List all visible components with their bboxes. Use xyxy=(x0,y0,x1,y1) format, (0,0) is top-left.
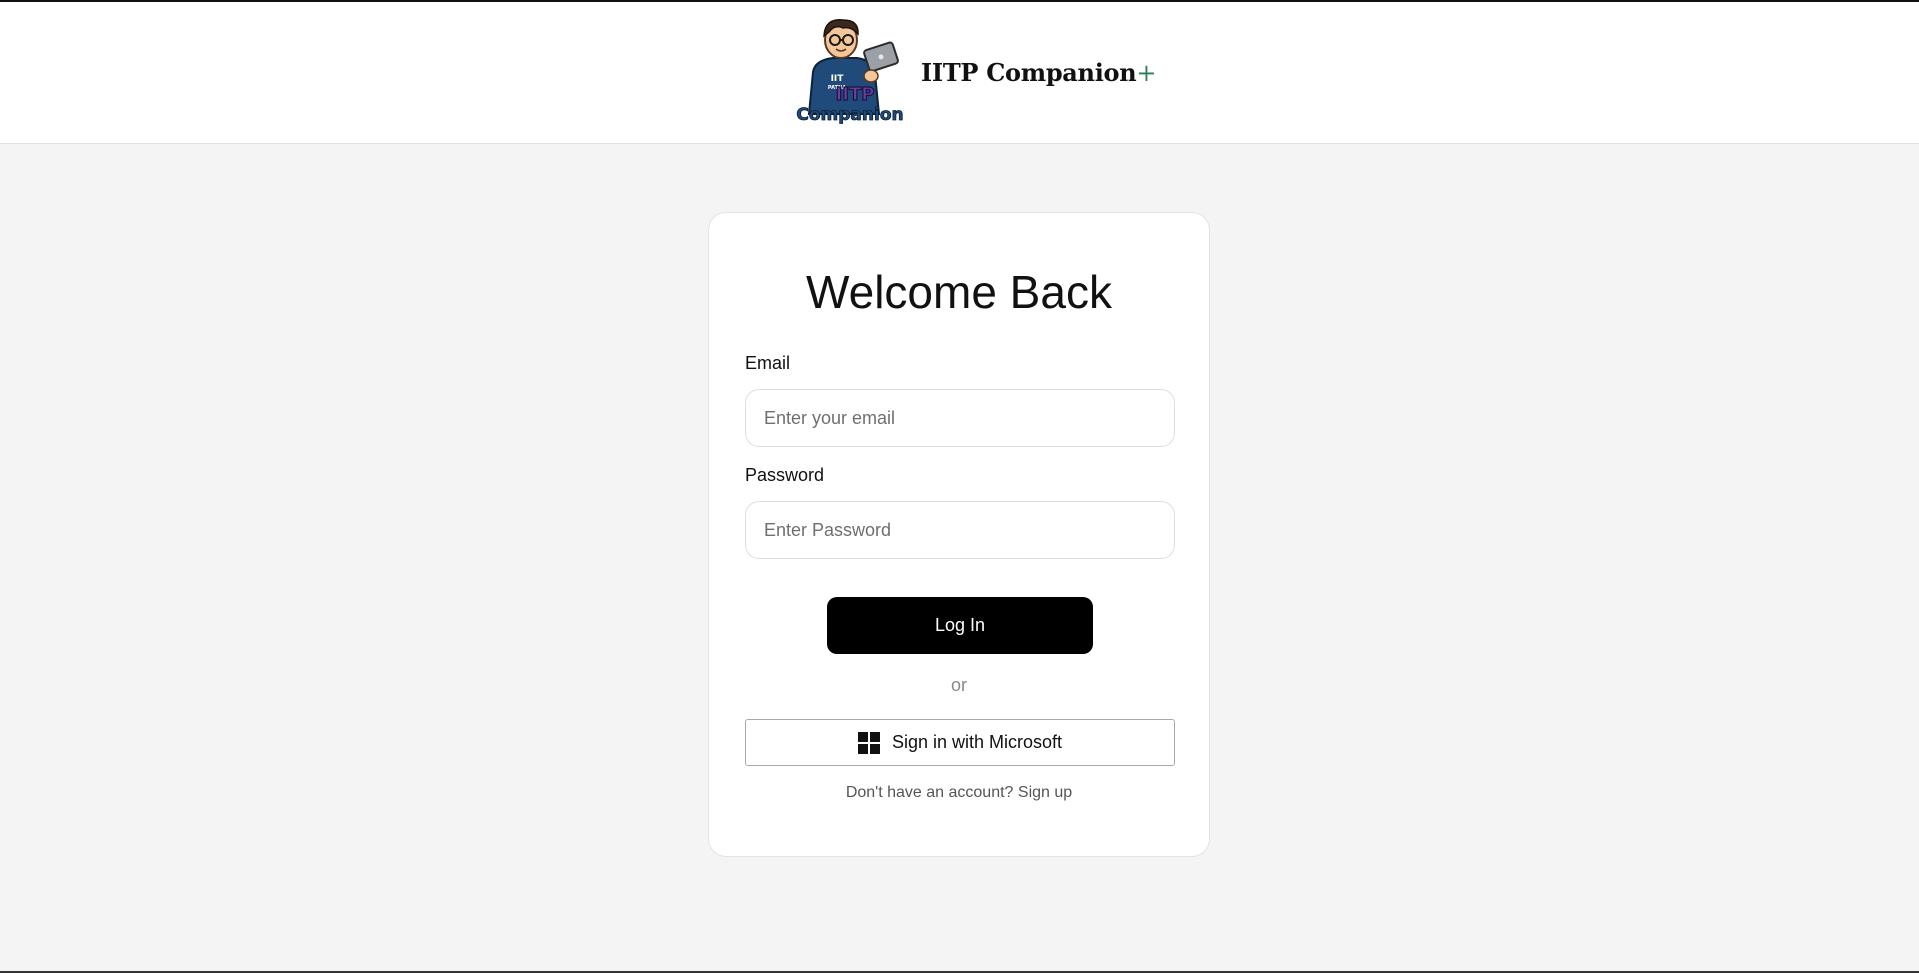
email-label: Email xyxy=(745,353,791,373)
or-divider: or xyxy=(950,675,967,695)
signup-prompt: Don't have an account? Sign up xyxy=(709,784,1209,802)
brand-name[interactable]: IITP Companion+ xyxy=(921,58,1156,87)
mascot-logo-icon[interactable]: IIT PATNA IITP Companion xyxy=(795,14,911,126)
navbar: IIT PATNA IITP Companion IITP Companion+ xyxy=(0,2,1919,144)
logo-text-companion: Companion xyxy=(796,105,903,125)
login-button[interactable]: Log In xyxy=(827,597,1093,654)
logo-text-iitp: IITP xyxy=(836,84,875,105)
brand-plus-sign: + xyxy=(1136,59,1157,87)
signup-link[interactable]: Sign up xyxy=(1018,784,1072,801)
password-label: Password xyxy=(745,465,825,485)
email-field[interactable] xyxy=(745,389,1175,447)
login-card: Welcome Back Email Password Log In or Si… xyxy=(708,212,1210,857)
microsoft-signin-label: Sign in with Microsoft xyxy=(891,732,1063,752)
logo-text-iit: IIT xyxy=(831,74,845,84)
password-field[interactable] xyxy=(745,501,1175,559)
microsoft-signin-button[interactable]: Sign in with Microsoft xyxy=(745,719,1175,766)
page-title: Welcome Back xyxy=(806,266,1112,318)
windows-logo-icon xyxy=(857,731,880,754)
signup-prompt-text: Don't have an account? xyxy=(845,784,1014,801)
brand-name-text: IITP Companion xyxy=(921,58,1137,87)
